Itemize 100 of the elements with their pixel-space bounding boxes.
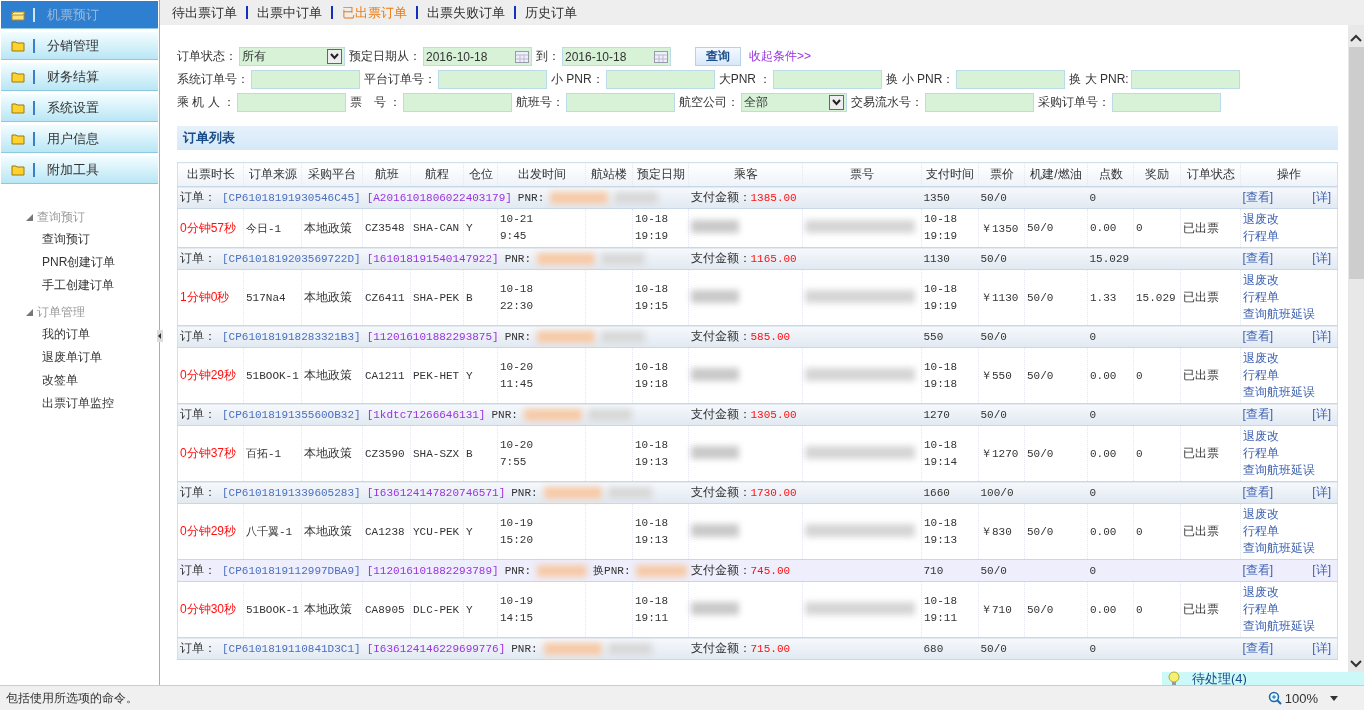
- action-link[interactable]: [查看]: [1242, 484, 1274, 501]
- table-cell: CZ6411: [365, 291, 405, 304]
- tab[interactable]: 待出票订单: [172, 6, 246, 19]
- nav-item[interactable]: 附加工具: [1, 156, 158, 184]
- order-number-link[interactable]: [CP61018191339605283]: [222, 486, 361, 499]
- pnr-label: PNR:: [517, 191, 545, 204]
- order-number-link[interactable]: [CP6101819135560OB32]: [222, 408, 361, 421]
- table-cell: 50/0: [980, 330, 1007, 343]
- nav-item[interactable]: 财务结算: [1, 63, 158, 91]
- table-cell: B: [466, 447, 473, 460]
- table-cell: Y: [466, 369, 473, 382]
- select-field[interactable]: 所有: [239, 47, 345, 66]
- action-link[interactable]: 行程单: [1243, 445, 1335, 462]
- select-field[interactable]: 全部: [741, 93, 848, 112]
- nav-item[interactable]: 分销管理: [1, 32, 158, 60]
- action-link[interactable]: 行程单: [1243, 289, 1335, 306]
- table-cell: SHA-CAN: [413, 222, 460, 234]
- action-link[interactable]: [详]: [1312, 406, 1331, 423]
- action-link[interactable]: [详]: [1312, 484, 1331, 501]
- alt-pnr-label: 换PNR:: [593, 564, 631, 578]
- order-number-link[interactable]: [CP6101819110841D3C1]: [222, 642, 361, 655]
- action-link[interactable]: 查询航班延误: [1243, 462, 1335, 479]
- table-cell-text: 10-19 14:15: [500, 593, 534, 626]
- action-link[interactable]: 退废改: [1243, 506, 1335, 523]
- pnr-label: PNR:: [504, 564, 532, 577]
- field-label: 平台订单号：: [364, 71, 437, 88]
- table-cell: 50/0: [1027, 222, 1054, 234]
- table-cell: 0.00: [1090, 603, 1117, 616]
- platform-number-link[interactable]: [161018191540147922]: [366, 252, 499, 265]
- pay-amount-label: 支付金额：: [690, 485, 751, 499]
- table-cell: 100/0: [980, 486, 1014, 499]
- action-link[interactable]: 退废改: [1243, 428, 1335, 445]
- search-button[interactable]: 查询: [695, 47, 741, 66]
- date-field[interactable]: 2016-10-18: [423, 47, 532, 66]
- table-cell-text: 10-18 19:13: [635, 437, 669, 470]
- tab[interactable]: 出票失败订单: [416, 6, 514, 19]
- date-field[interactable]: 2016-10-18: [562, 47, 671, 66]
- table-cell-text: 10-18 19:18: [924, 359, 958, 392]
- action-link[interactable]: 查询航班延误: [1243, 384, 1335, 401]
- platform-number-link[interactable]: [A2016101806022403179]: [366, 191, 512, 204]
- action-link[interactable]: 行程单: [1243, 523, 1335, 540]
- table-cell: 1270: [923, 408, 950, 421]
- action-link[interactable]: [查看]: [1242, 250, 1274, 267]
- action-link[interactable]: [详]: [1312, 640, 1331, 657]
- nav-item[interactable]: 系统设置: [1, 94, 158, 122]
- action-link[interactable]: 行程单: [1243, 228, 1335, 245]
- tab[interactable]: 历史订单: [514, 6, 586, 19]
- order-number-link[interactable]: [CP6101819112997DBA9]: [222, 564, 361, 577]
- pay-amount-label: 支付金额：: [690, 563, 751, 577]
- tree-item[interactable]: 我的订单: [26, 323, 159, 346]
- action-link[interactable]: [详]: [1312, 189, 1331, 206]
- column-header: 奖励: [1133, 162, 1181, 187]
- platform-number-link[interactable]: [I636124147820746571]: [366, 486, 506, 499]
- pending-popup[interactable]: 待处理(4): [1162, 672, 1364, 685]
- action-link[interactable]: 行程单: [1243, 367, 1335, 384]
- action-link[interactable]: [详]: [1312, 562, 1331, 579]
- action-link[interactable]: [详]: [1312, 250, 1331, 267]
- table-cell: 已出票: [1183, 368, 1219, 382]
- action-link[interactable]: 行程单: [1243, 601, 1335, 618]
- table-cell: YCU-PEK: [413, 525, 460, 538]
- action-link[interactable]: 查询航班延误: [1243, 618, 1335, 635]
- zoom-level[interactable]: 100%: [1284, 690, 1318, 706]
- action-link[interactable]: [查看]: [1242, 328, 1274, 345]
- table-cell: 0分钟37秒: [180, 446, 237, 460]
- platform-number-link[interactable]: [1kdtc71266646131]: [366, 408, 486, 421]
- tree-item[interactable]: 退废单订单: [26, 346, 159, 369]
- tree-item[interactable]: 改签单: [26, 369, 159, 392]
- column-header: 点数: [1087, 162, 1134, 187]
- action-link[interactable]: 查询航班延误: [1243, 540, 1335, 557]
- column-header: 出发时间: [497, 162, 586, 187]
- action-link[interactable]: 退废改: [1243, 211, 1335, 228]
- action-link[interactable]: 查询航班延误: [1243, 306, 1335, 323]
- order-number-link[interactable]: [CP61018191930546C45]: [222, 191, 361, 204]
- action-link[interactable]: [详]: [1312, 328, 1331, 345]
- platform-number-link[interactable]: [112016101882293875]: [366, 330, 499, 343]
- table-cell: B: [466, 291, 473, 304]
- tree-item[interactable]: 手工创建订单: [26, 274, 159, 297]
- action-link[interactable]: [查看]: [1242, 189, 1274, 206]
- action-link[interactable]: [查看]: [1242, 640, 1274, 657]
- action-link[interactable]: 退废改: [1243, 584, 1335, 601]
- table-cell: ￥1130: [981, 292, 1019, 304]
- tree-item[interactable]: 查询预订: [26, 228, 159, 251]
- status-text: 包括使用所选项的命令。: [6, 689, 138, 707]
- order-label: 订单：: [180, 189, 216, 206]
- field-label: 交易流水号：: [851, 94, 925, 111]
- platform-number-link[interactable]: [I636124146229699776]: [366, 642, 506, 655]
- table-cell: DLC-PEK: [413, 603, 460, 616]
- nav-item[interactable]: 用户信息: [1, 125, 158, 153]
- action-link[interactable]: [查看]: [1242, 562, 1274, 579]
- table-cell: 今日-1: [246, 222, 282, 235]
- action-link[interactable]: 退废改: [1243, 272, 1335, 289]
- tree-item[interactable]: PNR创建订单: [26, 251, 159, 274]
- tab[interactable]: 出票中订单: [246, 6, 331, 19]
- action-link[interactable]: 退废改: [1243, 350, 1335, 367]
- order-number-link[interactable]: [CP6101819203569722D]: [222, 252, 361, 265]
- action-link[interactable]: [查看]: [1242, 406, 1274, 423]
- tree-item[interactable]: 出票订单监控: [26, 392, 159, 415]
- collapse-link[interactable]: 收起条件>>: [749, 48, 811, 65]
- platform-number-link[interactable]: [112016101882293789]: [366, 564, 499, 577]
- order-number-link[interactable]: [CP610181918283321B3]: [222, 330, 361, 343]
